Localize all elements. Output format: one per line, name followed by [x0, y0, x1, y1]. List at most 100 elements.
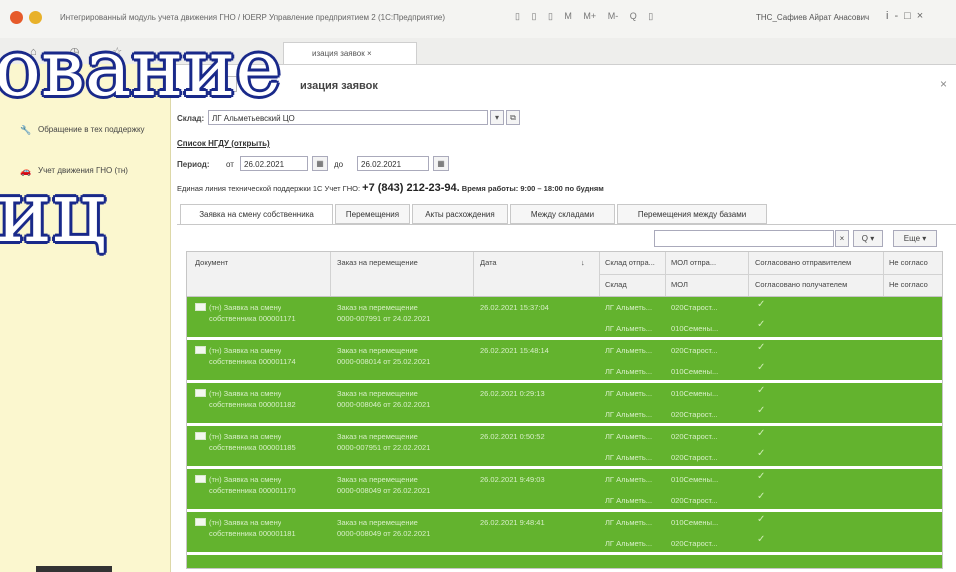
- support-phone: +7 (843) 212-23-94.: [362, 182, 460, 194]
- col-document[interactable]: Документ: [195, 258, 228, 267]
- cell-order: 0000-008049 от 26.02.2021: [337, 486, 431, 495]
- check-icon: ✓: [757, 534, 766, 545]
- table-row[interactable]: (тн) Заявка на смену собственника 000001…: [187, 512, 942, 555]
- table-row[interactable]: [187, 555, 942, 568]
- calendar-icon[interactable]: ▦: [433, 156, 449, 171]
- memory-button[interactable]: M: [564, 11, 572, 21]
- divider: [330, 252, 331, 296]
- wrench-icon: 🔧: [20, 125, 32, 135]
- col-date[interactable]: Дата: [480, 258, 497, 267]
- from-label: от: [226, 160, 234, 169]
- tab-between-warehouses[interactable]: Между складами: [510, 204, 615, 224]
- tab-discrepancy-acts[interactable]: Акты расхождения: [412, 204, 508, 224]
- col-not-approved[interactable]: Не согласо: [889, 258, 941, 267]
- cell-warehouse: ЛГ Альметь...: [605, 303, 653, 312]
- cell-order: Заказ на перемещение: [337, 303, 418, 312]
- cell-date: 26.02.2021 15:48:14: [480, 346, 549, 355]
- cell-doc: собственника 000001170: [209, 486, 296, 495]
- sidebar: [0, 64, 171, 572]
- tool-icon[interactable]: ▯: [515, 11, 520, 22]
- titlebar-tools: ▯ ▯ ▯ M M+ M- Q ▯: [515, 11, 662, 22]
- menu-icon[interactable]: [29, 11, 42, 24]
- cell-warehouse: ЛГ Альметь...: [605, 324, 653, 333]
- document-icon: [195, 475, 206, 483]
- tool-icon[interactable]: ▯: [548, 11, 553, 22]
- warehouse-label: Склад:: [177, 114, 205, 123]
- table-header: Документ Заказ на перемещение Дата ↓ Скл…: [187, 252, 942, 297]
- col-warehouse[interactable]: Склад: [605, 280, 627, 289]
- cell-warehouse: ЛГ Альметь...: [605, 432, 653, 441]
- warehouse-dropdown-button[interactable]: ▾: [490, 110, 504, 125]
- col-not-approved-2[interactable]: Не согласо: [889, 280, 941, 289]
- find-button[interactable]: Q ▾: [853, 230, 883, 247]
- tab-authorization[interactable]: изация заявок ×: [283, 42, 417, 64]
- maximize-button[interactable]: □: [904, 10, 917, 22]
- cell-mol: 020Старост...: [671, 453, 718, 462]
- minimize-button[interactable]: -: [894, 10, 904, 22]
- check-icon: ✓: [757, 385, 766, 396]
- date-from-field[interactable]: 26.02.2021: [240, 156, 308, 171]
- user-name[interactable]: ТНС_Сафиев Айрат Анасович: [756, 13, 869, 22]
- memory-minus-button[interactable]: M-: [608, 11, 619, 21]
- period-label: Период:: [177, 160, 210, 169]
- tool-icon[interactable]: ▯: [648, 11, 653, 22]
- cell-date: 26.02.2021 0:29:13: [480, 389, 545, 398]
- support-line: Единая линия технической поддержки 1С Уч…: [177, 182, 604, 194]
- tab-transfers[interactable]: Перемещения: [335, 204, 410, 224]
- col-approved-sender[interactable]: Согласовано отправителем: [755, 258, 875, 267]
- cell-doc: (тн) Заявка на смену: [209, 432, 282, 441]
- check-icon: ✓: [757, 342, 766, 353]
- table-row[interactable]: (тн) Заявка на смену собственника 000001…: [187, 383, 942, 426]
- cell-warehouse: ЛГ Альметь...: [605, 453, 653, 462]
- cell-order: Заказ на перемещение: [337, 518, 418, 527]
- search-clear-button[interactable]: ×: [835, 230, 849, 247]
- date-to-field[interactable]: 26.02.2021: [357, 156, 429, 171]
- calendar-icon[interactable]: ▦: [312, 156, 328, 171]
- check-icon: ✓: [757, 514, 766, 525]
- tab-between-bases[interactable]: Перемещения между базами: [617, 204, 767, 224]
- document-icon: [195, 432, 206, 440]
- tool-icon[interactable]: ▯: [531, 11, 536, 22]
- warehouse-open-button[interactable]: ⧉: [506, 110, 520, 125]
- tab-owner-change[interactable]: Заявка на смену собственника: [180, 204, 333, 225]
- cell-mol: 010Семены...: [671, 475, 719, 484]
- cell-warehouse: ЛГ Альметь...: [605, 389, 653, 398]
- check-icon: ✓: [757, 362, 766, 373]
- cell-order: Заказ на перемещение: [337, 346, 418, 355]
- cell-warehouse: ЛГ Альметь...: [605, 475, 653, 484]
- memory-plus-button[interactable]: M+: [583, 11, 596, 21]
- check-icon: ✓: [757, 448, 766, 459]
- cell-date: 26.02.2021 15:37:04: [480, 303, 549, 312]
- support-hours: Время работы: 9:00 – 18:00 по будням: [461, 184, 604, 193]
- app-logo-icon[interactable]: [10, 11, 23, 24]
- cell-warehouse: ЛГ Альметь...: [605, 496, 653, 505]
- cell-mol: 020Старост...: [671, 496, 718, 505]
- col-sender-mol[interactable]: МОЛ отпра...: [671, 258, 726, 267]
- col-order[interactable]: Заказ на перемещение: [337, 258, 418, 267]
- ngdu-list-link[interactable]: Список НГДУ (открыть): [177, 139, 270, 148]
- sidebar-item-support[interactable]: 🔧 Обращение в тех поддержку: [20, 124, 160, 135]
- table-row[interactable]: (тн) Заявка на смену собственника 000001…: [187, 469, 942, 512]
- col-approved-receiver[interactable]: Согласовано получателем: [755, 280, 875, 289]
- col-sender-warehouse[interactable]: Склад отпра...: [605, 258, 660, 267]
- cell-warehouse: ЛГ Альметь...: [605, 539, 653, 548]
- table-row[interactable]: (тн) Заявка на смену собственника 000001…: [187, 426, 942, 469]
- support-prefix: Единая линия технической поддержки 1С Уч…: [177, 184, 361, 193]
- table-row[interactable]: (тн) Заявка на смену собственника 000001…: [187, 297, 942, 340]
- check-icon: ✓: [757, 428, 766, 439]
- cell-order: Заказ на перемещение: [337, 432, 418, 441]
- more-label: Еще: [903, 234, 921, 243]
- close-window-button[interactable]: ×: [917, 10, 929, 22]
- cell-order: Заказ на перемещение: [337, 389, 418, 398]
- cell-mol: 010Семены...: [671, 324, 719, 333]
- cell-order: Заказ на перемещение: [337, 475, 418, 484]
- more-button[interactable]: Еще ▾: [893, 230, 937, 247]
- close-icon[interactable]: ×: [940, 77, 947, 91]
- check-icon: ✓: [757, 319, 766, 330]
- zoom-icon[interactable]: Q: [630, 11, 637, 21]
- search-input[interactable]: [654, 230, 834, 247]
- sort-arrow-icon[interactable]: ↓: [581, 258, 585, 267]
- cell-doc: (тн) Заявка на смену: [209, 475, 282, 484]
- table-row[interactable]: (тн) Заявка на смену собственника 000001…: [187, 340, 942, 383]
- col-mol[interactable]: МОЛ: [671, 280, 688, 289]
